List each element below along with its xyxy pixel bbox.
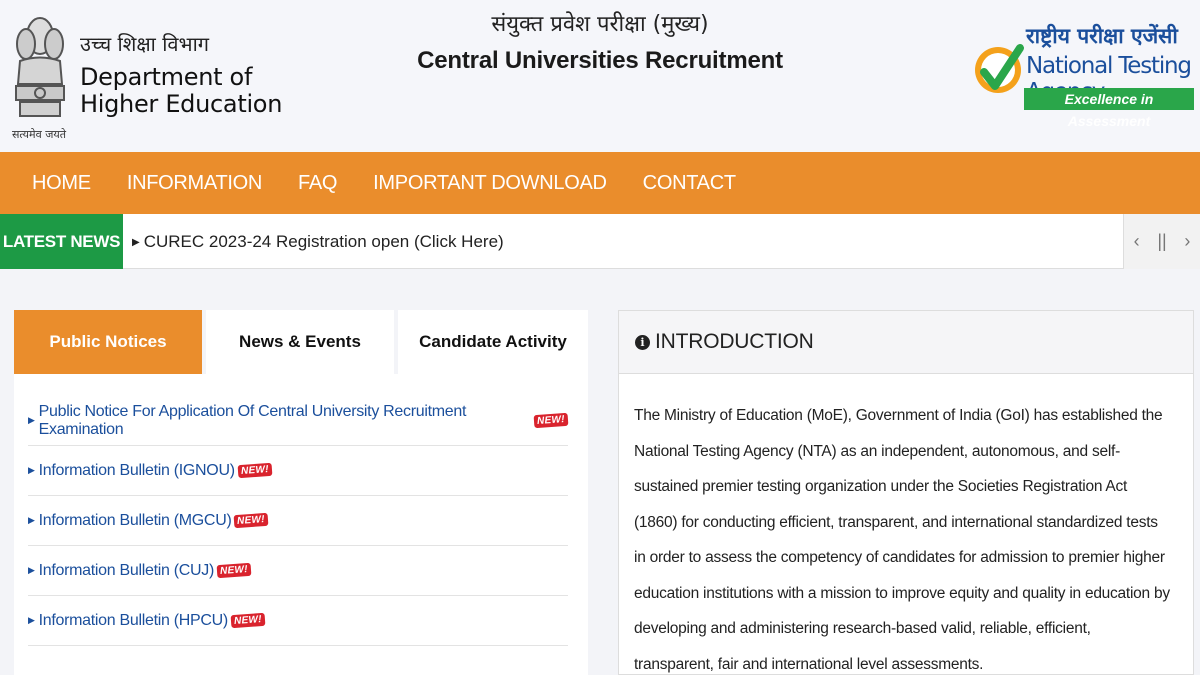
- new-badge: NEW!: [234, 512, 269, 529]
- news-ticker-text[interactable]: CUREC 2023-24 Registration open (Click H…: [144, 232, 504, 251]
- introduction-title: INTRODUCTION: [655, 330, 814, 353]
- nta-check-logo-icon: [975, 44, 1024, 93]
- tab-candidate-activity[interactable]: Candidate Activity: [398, 310, 588, 374]
- new-badge: NEW!: [533, 412, 569, 429]
- introduction-header: i INTRODUCTION: [619, 311, 1193, 374]
- list-item[interactable]: ▶ Information Bulletin (MGCU) NEW!: [28, 496, 568, 546]
- caret-right-icon: ▶: [28, 465, 35, 475]
- nav-important-download[interactable]: IMPORTANT DOWNLOAD: [355, 152, 625, 214]
- list-item[interactable]: ▶ Information Bulletin (IGNOU) NEW!: [28, 446, 568, 496]
- ticker-controls: ‹ || ›: [1123, 214, 1200, 269]
- nta-name-hindi: राष्ट्रीय परीक्षा एजेंसी: [1026, 24, 1178, 48]
- notice-link[interactable]: Information Bulletin (IGNOU): [39, 462, 235, 480]
- caret-right-icon: ▶: [28, 415, 35, 425]
- notice-list: ▶ Public Notice For Application Of Centr…: [14, 374, 588, 675]
- notice-link[interactable]: Information Bulletin (MGCU): [39, 512, 232, 530]
- site-header: सत्यमेव जयते उच्च शिक्षा विभाग Departmen…: [0, 0, 1200, 152]
- notice-link[interactable]: Information Bulletin (CUJ): [39, 562, 215, 580]
- nav-contact[interactable]: CONTACT: [625, 152, 754, 214]
- introduction-panel: i INTRODUCTION The Ministry of Education…: [618, 310, 1194, 675]
- main-nav: HOME INFORMATION FAQ IMPORTANT DOWNLOAD …: [0, 152, 1200, 214]
- latest-news-label: LATEST NEWS: [0, 214, 123, 269]
- notice-link[interactable]: Information Bulletin (HPCU): [39, 612, 229, 630]
- new-badge: NEW!: [230, 612, 266, 629]
- nav-information[interactable]: INFORMATION: [109, 152, 280, 214]
- new-badge: NEW!: [216, 562, 252, 579]
- new-badge: NEW!: [237, 462, 273, 479]
- notices-panel: Public Notices News & Events Candidate A…: [14, 310, 588, 675]
- latest-news-bar: LATEST NEWS ▶ CUREC 2023-24 Registration …: [0, 214, 1200, 269]
- caret-right-icon: ▶: [28, 565, 35, 575]
- emblem-motto: सत्यमेव जयते: [12, 128, 67, 141]
- nta-tagline: Excellence in Assessment: [1024, 88, 1194, 129]
- nav-faq[interactable]: FAQ: [280, 152, 355, 214]
- nav-home[interactable]: HOME: [14, 152, 109, 214]
- introduction-text: The Ministry of Education (MoE), Governm…: [634, 407, 1170, 673]
- info-icon: i: [635, 334, 650, 350]
- caret-right-icon: ▶: [132, 237, 140, 248]
- list-item[interactable]: ▶ Public Notice For Application Of Centr…: [28, 396, 569, 446]
- ticker-prev-button[interactable]: ‹: [1124, 214, 1149, 269]
- news-ticker-item[interactable]: ▶ CUREC 2023-24 Registration open (Click …: [132, 214, 504, 270]
- tab-news-events[interactable]: News & Events: [206, 310, 394, 374]
- caret-right-icon: ▶: [28, 515, 35, 525]
- caret-right-icon: ▶: [28, 615, 35, 625]
- list-item[interactable]: ▶ Information Bulletin (HPCU) NEW!: [28, 596, 568, 646]
- list-item[interactable]: ▶ Information Bulletin (CUJ) NEW!: [28, 546, 568, 596]
- ticker-pause-button[interactable]: ||: [1149, 214, 1174, 269]
- tab-public-notices[interactable]: Public Notices: [14, 310, 202, 374]
- ticker-next-button[interactable]: ›: [1175, 214, 1200, 269]
- notice-link[interactable]: Public Notice For Application Of Central…: [39, 403, 532, 439]
